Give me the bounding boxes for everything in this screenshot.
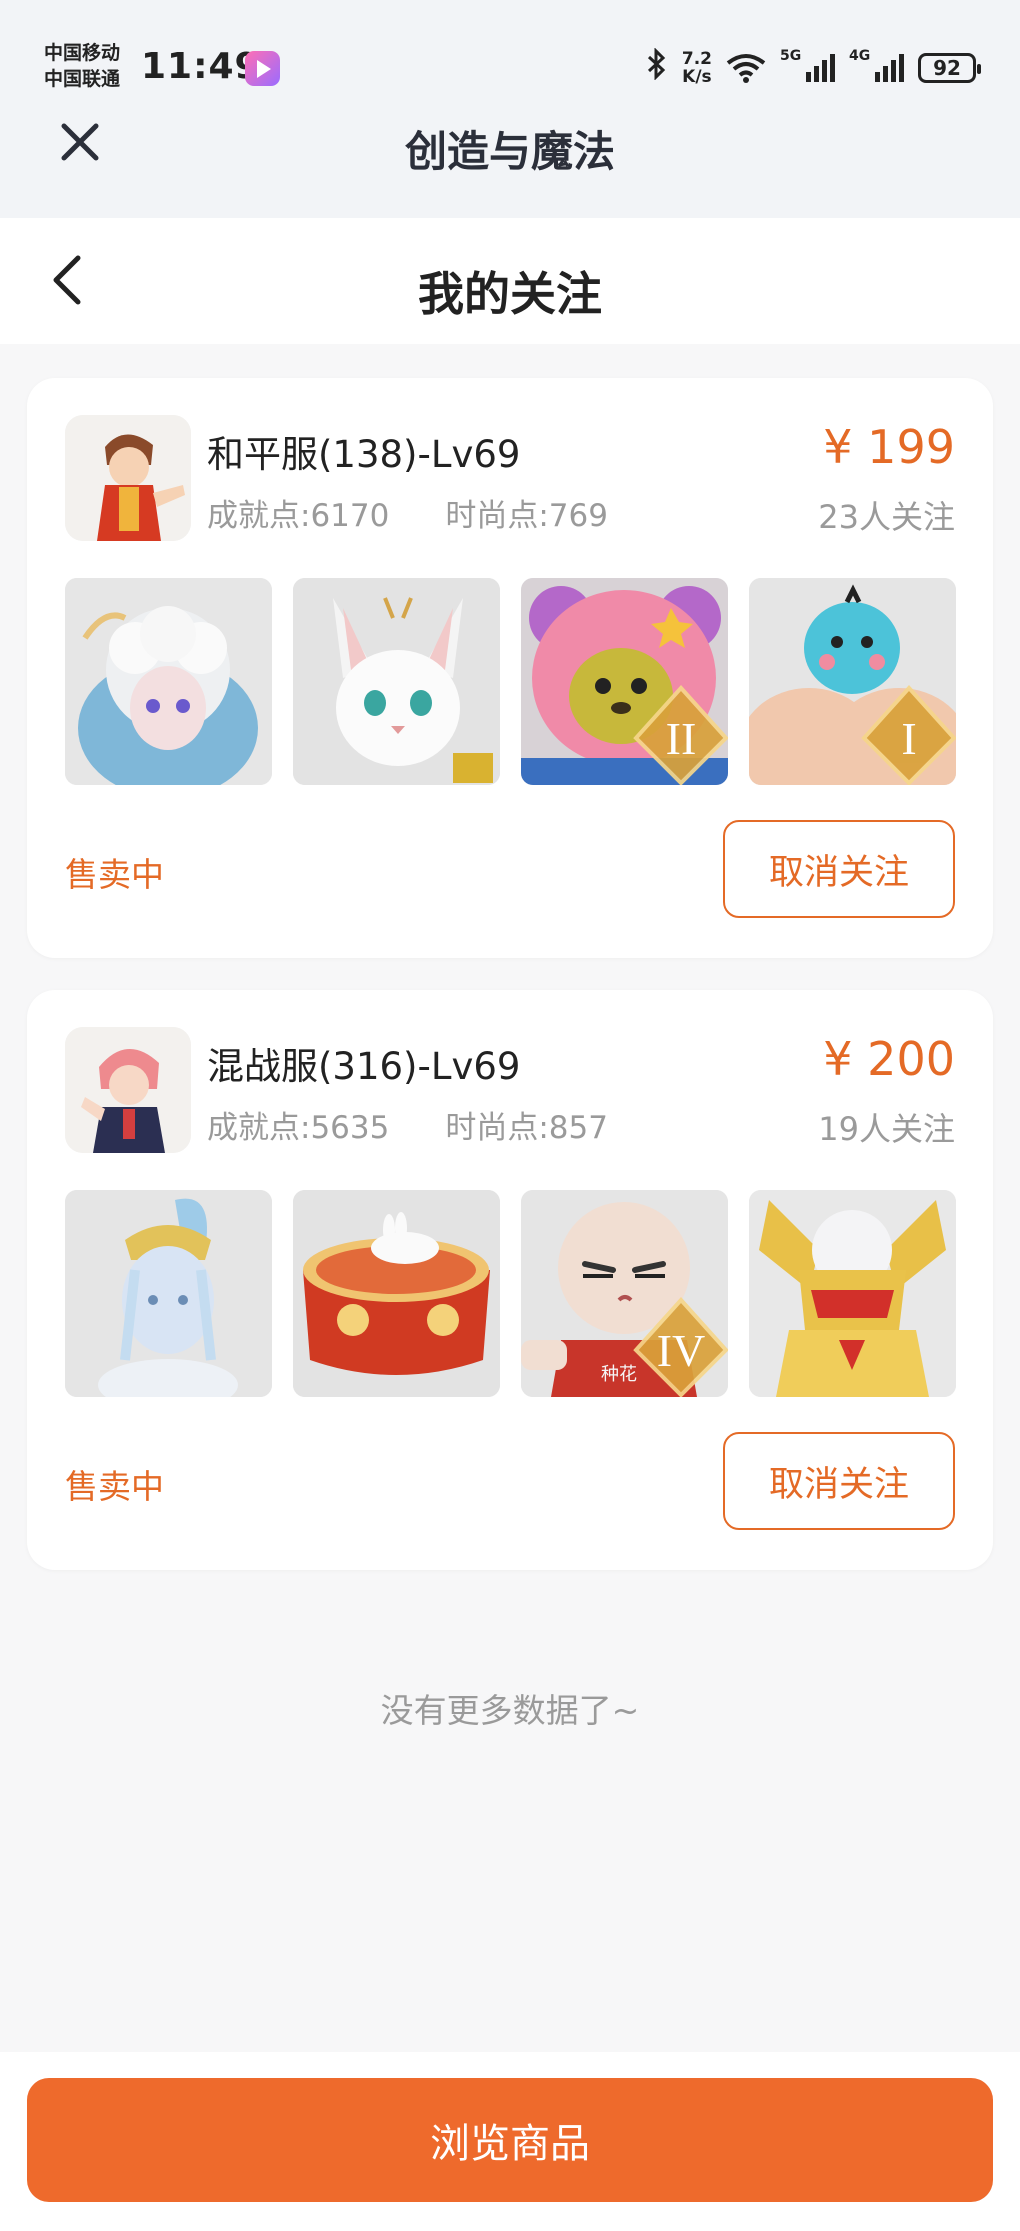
page-title: 我的关注: [418, 267, 602, 321]
item-thumbnail[interactable]: [293, 1190, 500, 1397]
achievement-points: 成就点:6170: [207, 498, 390, 534]
carrier-1: 中国移动: [44, 42, 121, 64]
net-speed-unit: K/s: [682, 67, 712, 87]
item-thumbnails: II I: [65, 578, 956, 785]
battery-icon: 92: [918, 53, 981, 83]
app-title: 创造与魔法: [404, 127, 615, 176]
avatar: [65, 1027, 191, 1153]
fashion-points: 时尚点:769: [445, 498, 608, 534]
follow-count: 19人关注: [818, 1110, 955, 1148]
bottom-bar: 浏览商品: [0, 2052, 1020, 2231]
rank-badge-icon: I: [861, 685, 956, 785]
unfollow-button[interactable]: 取消关注: [723, 820, 955, 918]
carrier-names: 中国移动 中国联通: [44, 40, 120, 92]
bluetooth-icon: [646, 47, 668, 88]
listing-card[interactable]: 混战服(316)-Lv69 成就点:5635 时尚点:857 ¥ 200 19人…: [27, 990, 993, 1570]
rank-badge-label: IV: [657, 1325, 706, 1376]
net-speed: 7.2 K/s: [682, 50, 712, 86]
item-thumbnail[interactable]: [65, 578, 272, 785]
signal-1-label: 5G: [780, 48, 802, 64]
carrier-2: 中国联通: [44, 68, 121, 90]
browse-products-button[interactable]: 浏览商品: [27, 2078, 993, 2202]
avatar: [65, 415, 191, 541]
rank-badge-label: I: [901, 713, 916, 764]
status-icons: 7.2 K/s 5G 4G 92: [646, 47, 981, 88]
item-thumbnail[interactable]: [749, 1190, 956, 1397]
signal-icon: 5G: [780, 48, 835, 82]
item-thumbnail[interactable]: II: [521, 578, 728, 785]
stats: 成就点:5635 时尚点:857: [207, 1102, 608, 1147]
server-name: 混战服(316)-Lv69: [207, 1045, 521, 1088]
listing-card[interactable]: 和平服(138)-Lv69 成就点:6170 时尚点:769 ¥ 199 23人…: [27, 378, 993, 958]
signal-icon: 4G: [849, 48, 904, 82]
server-name: 和平服(138)-Lv69: [207, 433, 521, 476]
signal-2-label: 4G: [849, 48, 871, 64]
app-header-area: 中国移动 中国联通 11:49 7.2 K/s 5G 4G 92 创造与魔法: [0, 0, 1020, 218]
item-thumbnail[interactable]: 种花 IV: [521, 1190, 728, 1397]
page-nav: 我的关注: [0, 218, 1020, 344]
play-app-icon: [245, 51, 280, 86]
item-thumbnails: 种花 IV: [65, 1190, 956, 1397]
rank-badge-icon: II: [633, 685, 728, 785]
net-speed-value: 7.2: [681, 49, 712, 69]
wifi-icon: [726, 54, 766, 83]
status-label: 售卖中: [65, 855, 164, 894]
achievement-points: 成就点:5635: [207, 1110, 390, 1146]
price: ¥ 199: [823, 420, 955, 474]
rank-badge-label: II: [666, 713, 697, 764]
no-more-data-text: 没有更多数据了~: [380, 1691, 640, 1730]
status-time: 11:49: [141, 46, 261, 87]
fashion-points: 时尚点:857: [445, 1110, 608, 1146]
item-thumbnail[interactable]: I: [749, 578, 956, 785]
unfollow-button[interactable]: 取消关注: [723, 1432, 955, 1530]
stats: 成就点:6170 时尚点:769: [207, 490, 608, 535]
rank-badge-icon: IV: [633, 1297, 728, 1397]
follow-count: 23人关注: [818, 498, 955, 536]
price: ¥ 200: [823, 1032, 955, 1086]
item-thumbnail[interactable]: [65, 1190, 272, 1397]
item-thumbnail[interactable]: [293, 578, 500, 785]
status-label: 售卖中: [65, 1467, 164, 1506]
